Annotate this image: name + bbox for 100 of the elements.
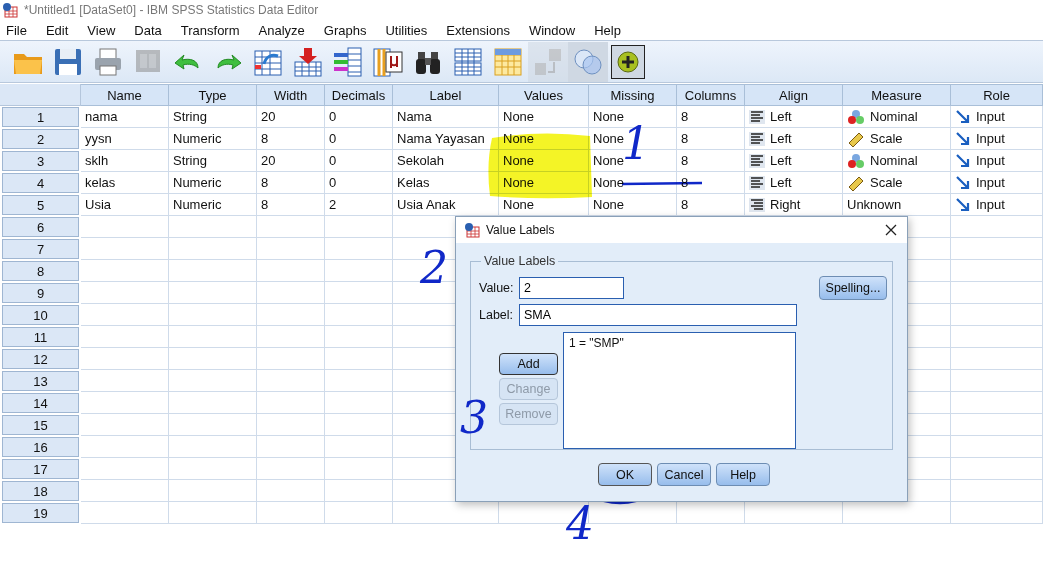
empty-cell[interactable] bbox=[325, 392, 393, 414]
empty-cell[interactable] bbox=[951, 304, 1043, 326]
row-header[interactable]: 7 bbox=[2, 239, 79, 259]
empty-cell[interactable] bbox=[951, 370, 1043, 392]
menu-item[interactable]: View bbox=[87, 22, 128, 38]
empty-cell[interactable] bbox=[169, 392, 257, 414]
column-header[interactable]: Type bbox=[169, 84, 257, 106]
empty-cell[interactable] bbox=[257, 480, 325, 502]
row-header[interactable]: 15 bbox=[2, 415, 79, 435]
empty-cell[interactable] bbox=[257, 392, 325, 414]
corner-cell[interactable] bbox=[0, 84, 81, 106]
column-header[interactable]: Width bbox=[257, 84, 325, 106]
row-header[interactable]: 6 bbox=[2, 217, 79, 237]
menu-item[interactable]: Help bbox=[594, 22, 633, 38]
column-header[interactable]: Columns bbox=[677, 84, 745, 106]
list-box[interactable]: 1 = "SMP" bbox=[563, 332, 796, 449]
empty-cell[interactable] bbox=[81, 304, 169, 326]
spelling-button[interactable]: Spelling... bbox=[819, 276, 887, 300]
column-header[interactable]: Decimals bbox=[325, 84, 393, 106]
menu-item[interactable]: Analyze bbox=[258, 22, 317, 38]
empty-cell[interactable] bbox=[169, 260, 257, 282]
empty-cell[interactable] bbox=[257, 216, 325, 238]
column-header[interactable]: Role bbox=[951, 84, 1043, 106]
empty-cell[interactable] bbox=[169, 304, 257, 326]
empty-cell[interactable] bbox=[257, 370, 325, 392]
empty-cell[interactable] bbox=[951, 282, 1043, 304]
empty-cell[interactable] bbox=[257, 414, 325, 436]
menu-item[interactable]: File bbox=[6, 22, 39, 38]
empty-cell[interactable] bbox=[81, 216, 169, 238]
empty-cell[interactable] bbox=[81, 480, 169, 502]
empty-cell[interactable] bbox=[81, 436, 169, 458]
empty-cell[interactable] bbox=[257, 502, 325, 524]
column-header[interactable]: Align bbox=[745, 84, 843, 106]
row-header[interactable]: 17 bbox=[2, 459, 79, 479]
empty-cell[interactable] bbox=[325, 502, 393, 524]
close-icon[interactable] bbox=[885, 224, 897, 236]
empty-cell[interactable] bbox=[325, 458, 393, 480]
row-header[interactable]: 4 bbox=[2, 173, 79, 193]
row-header[interactable]: 14 bbox=[2, 393, 79, 413]
empty-cell[interactable] bbox=[951, 392, 1043, 414]
empty-cell[interactable] bbox=[257, 458, 325, 480]
dialog-button[interactable]: Help bbox=[716, 463, 770, 486]
value-field[interactable]: 2 bbox=[519, 277, 624, 299]
row-header[interactable]: 12 bbox=[2, 349, 79, 369]
empty-cell[interactable] bbox=[325, 370, 393, 392]
empty-cell[interactable] bbox=[169, 326, 257, 348]
empty-cell[interactable] bbox=[257, 260, 325, 282]
empty-cell[interactable] bbox=[325, 348, 393, 370]
empty-cell[interactable] bbox=[325, 326, 393, 348]
column-header[interactable]: Name bbox=[81, 84, 169, 106]
empty-cell[interactable] bbox=[951, 436, 1043, 458]
list-item[interactable]: 1 = "SMP" bbox=[569, 336, 790, 350]
menu-item[interactable]: Extensions bbox=[446, 22, 522, 38]
empty-cell[interactable] bbox=[325, 304, 393, 326]
empty-cell[interactable] bbox=[81, 238, 169, 260]
empty-cell[interactable] bbox=[81, 392, 169, 414]
column-header[interactable]: Label bbox=[393, 84, 499, 106]
empty-cell[interactable] bbox=[951, 480, 1043, 502]
empty-cell[interactable] bbox=[951, 216, 1043, 238]
row-header[interactable]: 1 bbox=[2, 107, 79, 127]
empty-cell[interactable] bbox=[81, 370, 169, 392]
empty-cell[interactable] bbox=[951, 326, 1043, 348]
empty-cell[interactable] bbox=[325, 480, 393, 502]
empty-cell[interactable] bbox=[951, 348, 1043, 370]
column-header[interactable]: Measure bbox=[843, 84, 951, 106]
empty-cell[interactable] bbox=[169, 238, 257, 260]
empty-cell[interactable] bbox=[81, 348, 169, 370]
row-header[interactable]: 18 bbox=[2, 481, 79, 501]
empty-cell[interactable] bbox=[325, 238, 393, 260]
empty-cell[interactable] bbox=[257, 304, 325, 326]
empty-cell[interactable] bbox=[325, 282, 393, 304]
empty-cell[interactable] bbox=[169, 502, 257, 524]
empty-cell[interactable] bbox=[951, 458, 1043, 480]
empty-cell[interactable] bbox=[257, 348, 325, 370]
empty-cell[interactable] bbox=[325, 260, 393, 282]
menu-item[interactable]: Graphs bbox=[323, 22, 379, 38]
empty-cell[interactable] bbox=[81, 414, 169, 436]
row-header[interactable]: 19 bbox=[2, 503, 79, 523]
empty-cell[interactable] bbox=[257, 326, 325, 348]
row-header[interactable]: 5 bbox=[2, 195, 79, 215]
row-header[interactable]: 11 bbox=[2, 327, 79, 347]
empty-cell[interactable] bbox=[169, 414, 257, 436]
empty-cell[interactable] bbox=[81, 282, 169, 304]
empty-cell[interactable] bbox=[81, 458, 169, 480]
menu-item[interactable]: Data bbox=[134, 22, 174, 38]
empty-cell[interactable] bbox=[951, 260, 1043, 282]
row-header[interactable]: 10 bbox=[2, 305, 79, 325]
empty-cell[interactable] bbox=[325, 436, 393, 458]
empty-cell[interactable] bbox=[81, 502, 169, 524]
label-field[interactable]: SMA bbox=[519, 304, 797, 326]
menu-item[interactable]: Edit bbox=[45, 22, 81, 38]
empty-cell[interactable] bbox=[257, 238, 325, 260]
empty-cell[interactable] bbox=[81, 326, 169, 348]
row-header[interactable]: 3 bbox=[2, 151, 79, 171]
add-button[interactable]: Add bbox=[499, 353, 558, 375]
empty-cell[interactable] bbox=[169, 370, 257, 392]
row-header[interactable]: 8 bbox=[2, 261, 79, 281]
empty-cell[interactable] bbox=[169, 436, 257, 458]
empty-cell[interactable] bbox=[257, 436, 325, 458]
empty-cell[interactable] bbox=[325, 414, 393, 436]
